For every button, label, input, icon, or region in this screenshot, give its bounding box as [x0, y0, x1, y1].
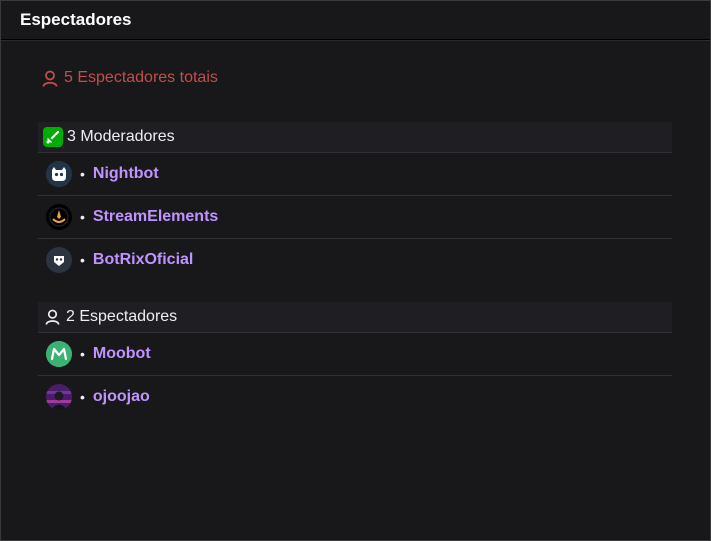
botrix-avatar — [46, 247, 72, 273]
username-moobot[interactable]: Moobot — [93, 345, 151, 363]
panel-header: Espectadores — [1, 1, 710, 40]
viewer-list-panel: Espectadores 5 Espectadores totais 3 Mod… — [0, 0, 711, 541]
bullet: • — [80, 346, 85, 362]
moderators-header: 3 Moderadores — [38, 122, 672, 153]
moderators-label: 3 Moderadores — [67, 128, 175, 145]
moobot-avatar — [46, 341, 72, 367]
username-ojoojao[interactable]: ojoojao — [93, 388, 150, 406]
viewers-section: 2 Espectadores • Moobot • ojoojao — [38, 302, 672, 418]
bullet: • — [80, 166, 85, 182]
username-streamelements[interactable]: StreamElements — [93, 208, 218, 226]
sword-icon — [43, 127, 63, 147]
viewer-row: • StreamElements — [38, 196, 672, 239]
username-botrixoficial[interactable]: BotRixOficial — [93, 251, 193, 269]
viewer-row: • BotRixOficial — [38, 239, 672, 281]
viewer-row: • Nightbot — [38, 153, 672, 196]
total-viewers: 5 Espectadores totais — [42, 69, 218, 87]
streamelements-avatar — [46, 204, 72, 230]
viewer-row: • Moobot — [38, 333, 672, 376]
viewers-label: 2 Espectadores — [66, 308, 178, 325]
viewers-header: 2 Espectadores — [38, 302, 672, 333]
nightbot-avatar — [46, 161, 72, 187]
user-icon — [45, 309, 60, 325]
moderators-section: 3 Moderadores • Nightbot • StreamElement… — [38, 122, 672, 281]
user-icon — [42, 70, 58, 87]
bullet: • — [80, 209, 85, 225]
bullet: • — [80, 389, 85, 405]
viewer-row: • ojoojao — [38, 376, 672, 418]
ojoojao-avatar — [46, 384, 72, 410]
username-nightbot[interactable]: Nightbot — [93, 165, 159, 183]
panel-title: Espectadores — [20, 10, 132, 29]
total-viewers-label: 5 Espectadores totais — [64, 69, 218, 86]
bullet: • — [80, 252, 85, 268]
